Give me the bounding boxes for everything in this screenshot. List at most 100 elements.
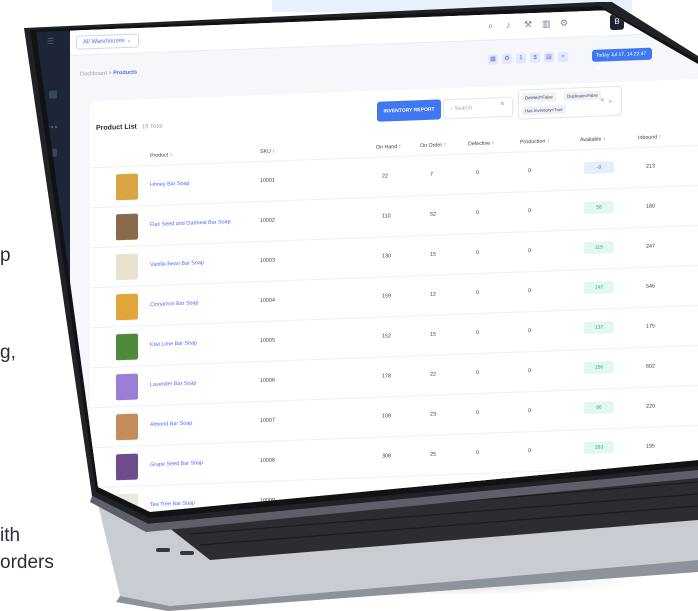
available-badge: -9 [584, 161, 614, 175]
cell-production: 0 [528, 208, 531, 215]
cell-inbound: 247 [646, 243, 655, 250]
breadcrumb: Dashboard > Products [80, 70, 137, 78]
cell-defective: 0 [476, 410, 479, 417]
cell-on-order: 23 [430, 411, 436, 418]
product-thumbnail [116, 293, 138, 321]
product-name[interactable]: Tea Tree Bar Soap [150, 500, 195, 508]
chart-icon[interactable]: ▥ [542, 18, 551, 28]
breadcrumb-root[interactable]: Dashboard [80, 71, 107, 78]
available-badge: 147 [584, 281, 614, 295]
available-badge: 283 [584, 441, 614, 455]
toolbar-button-4[interactable]: $ [530, 52, 540, 64]
gear-icon[interactable]: ⚙ [560, 18, 568, 28]
product-name[interactable]: Kiwi Lime Bar Soap [150, 340, 197, 348]
available-badge: 137 [584, 321, 614, 335]
product-list-title-text: Product List [96, 123, 137, 133]
cell-on-hand: 109 [382, 413, 391, 420]
product-name[interactable]: Vanilla Bean Bar Soap [150, 260, 204, 268]
cell-defective: 0 [476, 330, 479, 337]
cell-sku: 10001 [260, 177, 275, 185]
product-name[interactable]: Honey Bar Soap [150, 181, 190, 188]
cell-production: 0 [528, 368, 531, 375]
column-header-sku[interactable]: SKU ↑ [260, 148, 275, 155]
menu-icon[interactable]: ☰ [47, 37, 55, 46]
usb-port-1 [156, 548, 170, 552]
breadcrumb-separator: > [108, 70, 112, 77]
cell-on-hand: 178 [382, 373, 391, 380]
cell-production: 0 [528, 168, 531, 175]
inventory-report-button[interactable]: INVENTORY REPORT [377, 99, 441, 122]
clear-filters-icon[interactable]: × ⌄ [600, 95, 614, 104]
product-thumbnail [116, 373, 138, 401]
sidebar-item-1[interactable] [49, 90, 57, 99]
cell-sku: 10007 [260, 417, 275, 425]
add-button[interactable]: + [558, 51, 568, 63]
cell-on-order: 15 [430, 251, 436, 258]
warehouse-select[interactable]: All Warehouses ⌄ [76, 33, 139, 50]
clear-search-icon[interactable]: × [500, 99, 505, 108]
toolbar-button-3[interactable]: ⇩ [516, 53, 526, 64]
toolbar-button-2[interactable]: ⚙ [502, 53, 512, 65]
cell-on-order: 12 [430, 291, 436, 298]
toolbar-button-1[interactable]: ▦ [488, 54, 498, 65]
usb-port-2 [180, 551, 194, 555]
cell-on-hand: 110 [382, 213, 391, 220]
product-thumbnail [116, 333, 138, 361]
cell-on-hand: 159 [382, 293, 391, 300]
cell-on-hand: 308 [382, 453, 391, 460]
column-header-on-hand[interactable]: On Hand ↑ [376, 144, 401, 151]
cell-on-order: 25 [430, 451, 436, 458]
filter-chip[interactable]: Has Inventory=True [522, 104, 566, 116]
wrench-icon[interactable]: ⚒ [524, 19, 532, 29]
cell-inbound: 546 [646, 283, 655, 290]
cell-on-hand: 22 [382, 173, 388, 180]
column-header-inbound[interactable]: Inbound ↑ [638, 134, 661, 141]
column-header-product[interactable]: Product ↑ [150, 152, 172, 159]
app-window: ☰ ••• ••• ••• All Warehouses ⌄ ⌕ ♪ ⚒ ▥ ⚙… [36, 10, 698, 512]
filter-chip[interactable]: Duplicate=False [564, 90, 601, 101]
available-badge: 86 [584, 401, 614, 415]
breadcrumb-current: Products [113, 69, 138, 77]
product-name[interactable]: Cinnamon Bar Soap [150, 300, 199, 308]
bell-icon[interactable]: ♪ [506, 20, 511, 30]
cell-defective: 0 [476, 370, 479, 377]
cell-sku: 10008 [260, 457, 275, 465]
column-header-available[interactable]: Available ↑ [580, 136, 606, 143]
product-list-card: Product List 15 Total INVENTORY REPORT ⌕… [90, 78, 698, 512]
warehouse-select-label: All Warehouses [83, 37, 125, 46]
cell-sku: 10003 [260, 257, 275, 265]
product-name[interactable]: Grape Seed Bar Soap [150, 460, 203, 468]
cell-production: 0 [528, 408, 531, 415]
cell-sku: 10004 [260, 297, 275, 305]
filter-chip[interactable]: Deleted=False [522, 92, 556, 103]
cell-sku: 10002 [260, 217, 275, 225]
product-name[interactable]: Flax Seed and Oatmeal Bar Soap [150, 219, 231, 228]
column-header-defective[interactable]: Defective ↑ [468, 140, 494, 147]
search-icon[interactable]: ⌕ [488, 20, 493, 30]
cell-defective: 0 [476, 170, 479, 177]
column-header-on-order[interactable]: On Order ↑ [420, 142, 446, 149]
product-thumbnail [116, 453, 138, 481]
cell-sku: 10005 [260, 337, 275, 345]
product-thumbnail [116, 253, 138, 281]
cell-on-order: 7 [430, 171, 433, 178]
product-thumbnail [116, 213, 138, 241]
toolbar-button-5[interactable]: ▤ [544, 52, 554, 63]
product-name[interactable]: Almond Bar Soap [150, 421, 192, 429]
cell-on-order: 52 [430, 211, 436, 218]
product-thumbnail [116, 413, 138, 441]
column-header-production[interactable]: Production ↑ [520, 138, 549, 145]
cell-on-hand: 152 [382, 333, 391, 340]
date-filter[interactable]: Today Jul 17, 14:22:47 ▣ [592, 47, 652, 71]
date-filter-label: Today Jul 17, 14:22:47 [596, 50, 647, 59]
available-badge: 58 [584, 201, 614, 215]
cell-inbound: 180 [646, 203, 655, 210]
cell-on-order: 15 [430, 331, 436, 338]
cell-inbound: 175 [646, 323, 655, 330]
cell-defective: 0 [476, 450, 479, 457]
product-count: 15 Total [141, 123, 163, 131]
cell-defective: 0 [476, 250, 479, 257]
product-name[interactable]: Lavender Bar Soap [150, 380, 196, 388]
search-placeholder: Search [454, 105, 473, 112]
available-badge: 115 [584, 241, 614, 255]
